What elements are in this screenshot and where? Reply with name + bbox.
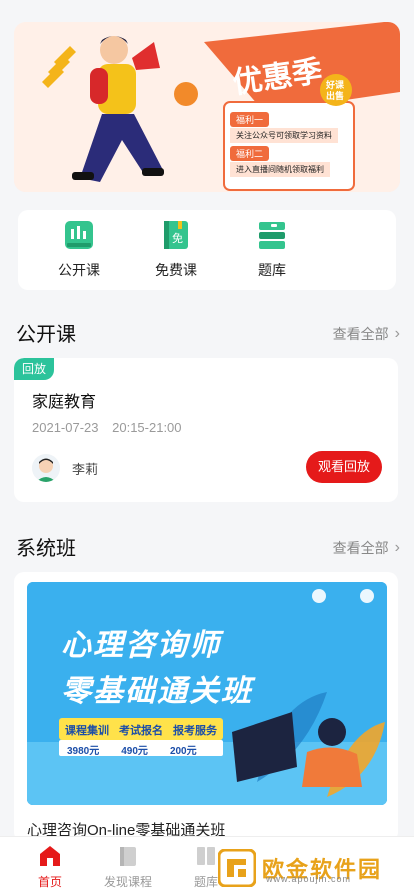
question-bank-icon — [195, 845, 217, 867]
poster-headline-1: 心理咨询师 — [61, 628, 221, 663]
svg-text:免: 免 — [172, 231, 183, 245]
watch-replay-button[interactable]: 观看回放 — [306, 451, 382, 483]
home-icon — [39, 845, 61, 867]
quick-item-label: 公开课 — [58, 262, 100, 278]
book-icon — [117, 845, 139, 867]
quick-item-label: 题库 — [258, 262, 286, 278]
app-root: 优惠季 好课 出售 福利一 关注公众号可领取学习资料 福利二 进入直播间随机领取… — [0, 0, 414, 896]
watermark-url: www.apoujin.com — [266, 874, 352, 884]
poster-tag: 考试报名 — [119, 724, 163, 737]
course-date: 2021-07-23 — [32, 420, 99, 435]
perk2-label: 福利二 — [230, 146, 270, 161]
system-class-view-all[interactable]: 查看全部 › — [333, 538, 400, 558]
quick-item-question-bank[interactable]: 题库 — [227, 220, 317, 290]
tab-label: 发现课程 — [103, 875, 152, 889]
site-watermark: 欧金软件园 www.apoujin.com — [217, 844, 408, 892]
banner-tag-line2: 出售 — [326, 92, 345, 102]
poster-headline-2: 零基础通关班 — [61, 674, 253, 709]
teacher-name: 李莉 — [72, 462, 99, 477]
course-poster: 心理咨询师 零基础通关班 课程集训 考试报名 报考服务 3980元 490元 2… — [27, 582, 387, 805]
poster-prices: 3980元 490元 200元 — [67, 742, 197, 757]
replay-badge: 回放 — [14, 358, 55, 380]
system-class-heading: 系统班 — [16, 538, 76, 560]
poster-tags: 课程集训 考试报名 报考服务 — [65, 722, 217, 738]
promo-banner[interactable]: 优惠季 好课 出售 福利一 关注公众号可领取学习资料 福利二 进入直播间随机领取… — [14, 22, 400, 192]
question-bank-icon — [257, 220, 287, 250]
live-course-icon — [64, 220, 94, 250]
tab-label: 首页 — [37, 875, 62, 889]
course-time-range: 20:15-21:00 — [112, 420, 182, 435]
poster-price: 200元 — [169, 746, 197, 757]
quick-item-public-course[interactable]: 公开课 — [34, 220, 124, 290]
public-course-view-all[interactable]: 查看全部 › — [333, 324, 400, 344]
public-course-card[interactable]: 回放 家庭教育 2021-07-23 20:15-21:00 李莉 观看回放 — [14, 358, 398, 502]
poster-tag: 报考服务 — [173, 724, 217, 737]
promo-illustration — [14, 22, 400, 192]
teacher-avatar — [32, 454, 60, 482]
public-course-heading: 公开课 — [16, 324, 76, 346]
perk1-label: 福利一 — [230, 112, 270, 127]
quick-entry-card: 公开课 免 免费课 题库 — [18, 210, 396, 290]
tab-home[interactable]: 首页 — [15, 845, 85, 890]
view-all-label: 查看全部 — [332, 326, 389, 342]
perk1-text: 关注公众号可领取学习资料 — [230, 128, 338, 143]
course-title: 家庭教育 — [32, 394, 97, 411]
free-course-icon: 免 — [161, 220, 191, 250]
watermark-logo-icon — [217, 848, 257, 888]
tab-discover-courses[interactable]: 发现课程 — [93, 845, 163, 890]
course-time: 2021-07-23 20:15-21:00 — [32, 420, 192, 435]
poster-price: 490元 — [121, 746, 148, 757]
system-class-card[interactable]: 心理咨询师 零基础通关班 课程集训 考试报名 报考服务 3980元 490元 2… — [14, 572, 398, 842]
poster-tag: 课程集训 — [65, 724, 109, 737]
perk2-text: 进入直播间随机领取福利 — [230, 162, 330, 177]
quick-item-free-course[interactable]: 免 免费课 — [131, 220, 221, 290]
chevron-right-icon: › — [394, 539, 400, 556]
chevron-right-icon: › — [394, 325, 400, 342]
quick-item-label: 免费课 — [155, 262, 197, 278]
view-all-label: 查看全部 — [332, 540, 389, 556]
poster-price: 3980元 — [67, 746, 100, 757]
